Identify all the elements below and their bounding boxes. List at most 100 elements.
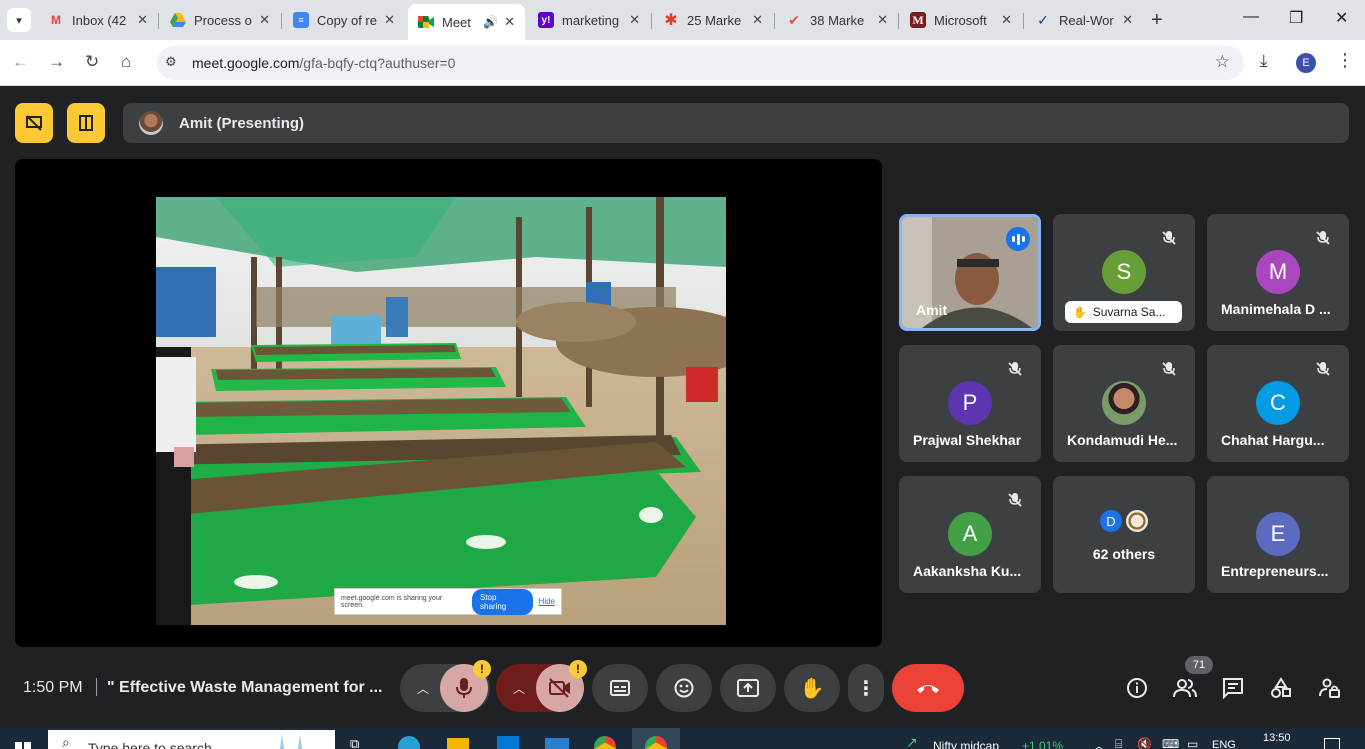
close-icon[interactable]: ✕ [877, 12, 888, 28]
edge-icon[interactable] [398, 736, 420, 749]
browser-menu-icon[interactable]: ⋮ [1336, 50, 1354, 71]
participant-tile[interactable]: S ✋ Suvarna Sa... [1053, 214, 1195, 331]
chrome-active-taskbar-item[interactable] [632, 728, 680, 749]
chrome-icon [645, 736, 667, 749]
close-icon[interactable]: ✕ [752, 12, 763, 28]
present-icon [737, 679, 759, 697]
file-explorer-icon[interactable] [447, 738, 469, 749]
tab-search-button[interactable]: ▾ [7, 8, 31, 32]
stop-sharing-button[interactable]: Stop sharing [472, 588, 533, 615]
profile-avatar[interactable]: E [1296, 53, 1316, 73]
more-options-button[interactable]: ⋮ [848, 664, 884, 712]
mail-icon[interactable] [545, 738, 569, 749]
participants-count-badge: 71 [1185, 656, 1213, 674]
check-icon: ✔ [788, 11, 800, 28]
close-icon[interactable]: ✕ [1122, 12, 1133, 28]
windows-start-icon[interactable] [15, 738, 31, 749]
info-icon [1127, 678, 1147, 698]
more-vert-icon: ⋮ [856, 677, 876, 700]
docs-icon: ≡ [293, 12, 309, 28]
tab-drive[interactable]: Process o ✕ [160, 6, 280, 34]
chat-button[interactable] [1221, 676, 1245, 700]
minimize-icon[interactable]: — [1243, 8, 1259, 26]
new-tab-icon[interactable]: + [1151, 9, 1163, 32]
tab-separator [898, 13, 899, 29]
close-icon[interactable]: ✕ [384, 12, 395, 28]
others-tile[interactable]: D 62 others [1053, 476, 1195, 593]
speaking-indicator-icon [1006, 227, 1030, 251]
download-icon[interactable]: ⤓ [1260, 51, 1268, 71]
omnibox[interactable]: ⚙ meet.google.com/gfa-bqfy-ctq?authuser=… [157, 46, 1244, 80]
raised-hand-badge: ✋ Suvarna Sa... [1065, 301, 1182, 323]
leave-call-button[interactable] [892, 664, 964, 712]
tab-microsoft[interactable]: M Microsoft ✕ [900, 6, 1022, 34]
participant-tile[interactable]: A Aakanksha Ku... [899, 476, 1041, 593]
chevron-up-icon: ︿ [416, 681, 429, 696]
participant-tile[interactable]: P Prajwal Shekhar [899, 345, 1041, 462]
captions-button[interactable] [592, 664, 648, 712]
reload-icon[interactable]: ↻ [85, 52, 99, 72]
restore-icon[interactable]: ❐ [1289, 8, 1303, 28]
mic-off-icon [1157, 226, 1181, 250]
site-info-icon[interactable]: ⚙ [165, 54, 177, 70]
url-text[interactable]: meet.google.com/gfa-bqfy-ctq?authuser=0 [192, 55, 455, 71]
presentation-toggle-button[interactable] [15, 103, 53, 143]
video-options-button[interactable]: ︿ [506, 664, 532, 712]
shared-screen-image [156, 197, 726, 625]
avatar: M [1256, 250, 1300, 294]
activities-button[interactable] [1269, 676, 1293, 700]
task-view-icon[interactable]: ⧉ [350, 736, 359, 749]
reactions-button[interactable] [656, 664, 712, 712]
address-bar: ← → ↻ ⌂ ⚙ meet.google.com/gfa-bqfy-ctq?a… [0, 40, 1365, 86]
people-button[interactable] [1173, 676, 1197, 700]
weather-widget-icon[interactable] [270, 732, 315, 749]
back-icon[interactable]: ← [12, 52, 29, 72]
tab-marketing-25[interactable]: ✱ 25 Marke ✕ [653, 6, 773, 34]
raise-hand-button[interactable]: ✋ [784, 664, 840, 712]
participant-name: Manimehala D ... [1221, 301, 1331, 317]
volume-mute-icon[interactable]: 🔇 [1137, 737, 1152, 749]
tab-real-world[interactable]: ✓ Real-Wor ✕ [1025, 6, 1143, 34]
keyboard-icon[interactable]: ⌨ [1162, 737, 1179, 749]
notification-icon[interactable] [1324, 738, 1340, 749]
meeting-details-button[interactable] [1125, 676, 1149, 700]
chrome-icon[interactable] [594, 736, 616, 749]
close-icon[interactable]: ✕ [259, 12, 270, 28]
presenting-label: Amit (Presenting) [179, 115, 305, 132]
meeting-title: " Effective Waste Management for ... [107, 679, 383, 696]
close-icon[interactable]: ✕ [1001, 12, 1012, 28]
avatar [139, 111, 163, 135]
screen-share-notice: meet.google.com is sharing your screen. … [334, 588, 562, 615]
layout-button[interactable] [67, 103, 105, 143]
speaker-icon[interactable]: 🔊 [483, 15, 498, 29]
camera-warning-badge: ! [569, 660, 587, 678]
window-close-icon[interactable]: ✕ [1335, 8, 1348, 28]
participant-tile[interactable]: E Entrepreneurs... [1207, 476, 1349, 593]
home-icon[interactable]: ⌂ [121, 52, 131, 72]
participant-tile[interactable]: Kondamudi He... [1053, 345, 1195, 462]
audio-options-button[interactable]: ︿ [410, 664, 436, 712]
tab-marketing-38[interactable]: ✔ 38 Marke ✕ [776, 6, 898, 34]
meeting-time: 1:50 PM [23, 679, 83, 696]
participant-name: Amit [916, 302, 948, 318]
tab-meet[interactable]: Meet 🔊 ✕ [408, 4, 525, 40]
tab-yahoo[interactable]: y! marketing ✕ [528, 6, 650, 34]
forward-icon[interactable]: → [48, 52, 65, 72]
bookmark-star-icon[interactable]: ☆ [1215, 52, 1230, 72]
tab-docs[interactable]: ≡ Copy of re ✕ [283, 6, 405, 34]
network-icon[interactable]: ⌸ [1115, 737, 1122, 749]
close-icon[interactable]: ✕ [137, 12, 148, 28]
participant-name: Kondamudi He... [1067, 432, 1178, 448]
participant-tile[interactable]: M Manimehala D ... [1207, 214, 1349, 331]
participant-tile[interactable]: C Chahat Hargu... [1207, 345, 1349, 462]
close-icon[interactable]: ✕ [629, 12, 640, 28]
chevron-up-icon[interactable]: ︿ [1093, 737, 1105, 749]
hide-notice-link[interactable]: Hide [539, 597, 555, 606]
display-icon[interactable]: ▭ [1187, 737, 1198, 749]
present-now-button[interactable] [720, 664, 776, 712]
store-icon[interactable] [497, 736, 519, 749]
host-controls-button[interactable] [1317, 676, 1341, 700]
tab-gmail[interactable]: M Inbox (42 ✕ [38, 6, 158, 34]
close-icon[interactable]: ✕ [504, 14, 515, 30]
participant-tile[interactable]: Amit [899, 214, 1041, 331]
